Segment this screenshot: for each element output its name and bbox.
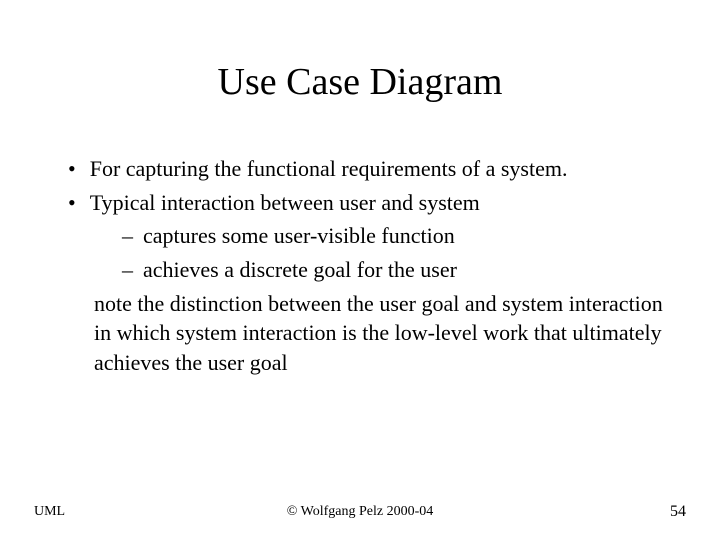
slide-container: Use Case Diagram • For capturing the fun…: [0, 0, 720, 540]
note-text: note the distinction between the user go…: [94, 289, 670, 378]
sub-bullet-item: – captures some user-visible function: [50, 221, 670, 251]
sub-bullet-item: – achieves a discrete goal for the user: [50, 255, 670, 285]
sub-bullet-text: achieves a discrete goal for the user: [143, 255, 670, 285]
footer-center: © Wolfgang Pelz 2000-04: [287, 504, 434, 520]
footer-page-number: 54: [670, 503, 686, 521]
bullet-text: For capturing the functional requirement…: [90, 154, 670, 184]
footer-left: UML: [34, 504, 65, 520]
slide-title: Use Case Diagram: [50, 60, 670, 104]
bullet-item: • Typical interaction between user and s…: [50, 188, 670, 218]
bullet-marker: •: [68, 154, 76, 184]
bullet-text: Typical interaction between user and sys…: [90, 188, 670, 218]
sub-bullet-text: captures some user-visible function: [143, 221, 670, 251]
bullet-item: • For capturing the functional requireme…: [50, 154, 670, 184]
sub-bullet-marker: –: [122, 221, 133, 251]
sub-bullet-marker: –: [122, 255, 133, 285]
bullet-marker: •: [68, 188, 76, 218]
slide-content: • For capturing the functional requireme…: [50, 154, 670, 378]
